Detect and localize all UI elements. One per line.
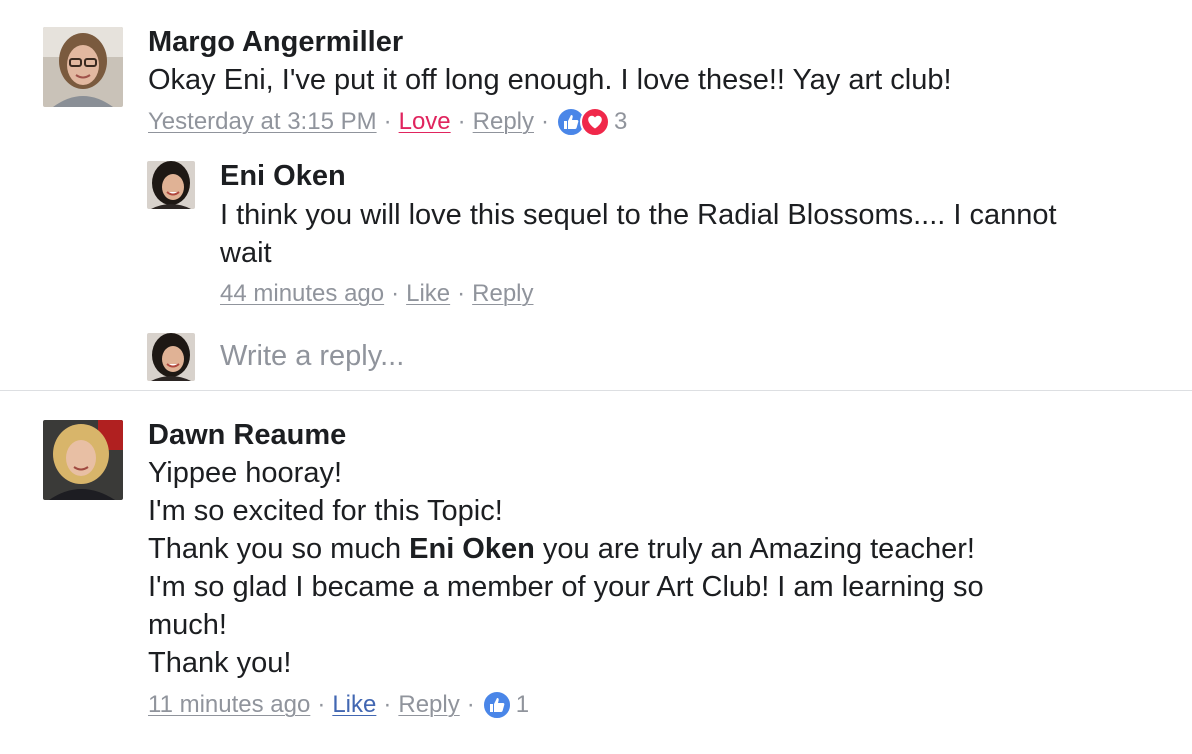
separator: · <box>457 108 466 135</box>
reply-button[interactable]: Reply <box>398 691 459 719</box>
avatar-current-user <box>147 333 195 381</box>
separator: · <box>391 280 400 307</box>
text-segment: Thank you so much <box>148 533 410 565</box>
comment-text-line: Thank you! <box>148 647 292 679</box>
reply-text-line: wait <box>220 237 272 269</box>
love-reaction-button[interactable]: Love <box>399 108 451 136</box>
comment-timestamp[interactable]: Yesterday at 3:15 PM <box>148 108 377 136</box>
avatar-eni[interactable] <box>147 161 195 209</box>
comment-text-line: I'm so glad I became a member of your Ar… <box>148 571 984 603</box>
thumbs-up-icon[interactable] <box>481 690 512 720</box>
reply-meta: 44 minutes ago · Like · Reply <box>220 280 534 308</box>
divider <box>0 390 1192 391</box>
comment-text-line: Thank you so much Eni Oken you are truly… <box>148 530 984 568</box>
reply-text: I think you will love this sequel to the… <box>220 196 1057 272</box>
comment-timestamp[interactable]: 11 minutes ago <box>148 691 310 719</box>
comment-author[interactable]: Margo Angermiller <box>148 26 403 59</box>
like-button[interactable]: Like <box>332 691 376 719</box>
comment-text: Okay Eni, I've put it off long enough. I… <box>148 64 952 96</box>
comment-text-line: I'm so excited for this Topic! <box>148 495 503 527</box>
comment-text-line: Yippee hooray! <box>148 457 343 489</box>
like-button[interactable]: Like <box>406 280 450 308</box>
reply-timestamp[interactable]: 44 minutes ago <box>220 280 384 308</box>
reply-author[interactable]: Eni Oken <box>220 160 346 193</box>
reply-button[interactable]: Reply <box>473 108 534 136</box>
comment-author[interactable]: Dawn Reaume <box>148 419 346 452</box>
user-mention[interactable]: Eni Oken <box>409 533 535 565</box>
reaction-count[interactable]: 3 <box>614 108 627 136</box>
text-segment: you are truly an Amazing teacher! <box>534 533 975 565</box>
comment-text: Yippee hooray! I'm so excited for this T… <box>148 454 984 682</box>
separator: · <box>317 691 326 718</box>
comment-meta: Yesterday at 3:15 PM · Love · Reply · 3 <box>148 107 627 137</box>
reply-button[interactable]: Reply <box>472 280 533 308</box>
separator: · <box>383 108 392 135</box>
comment-text-line: much! <box>148 609 227 641</box>
comment-meta: 11 minutes ago · Like · Reply · 1 <box>148 690 529 720</box>
separator: · <box>457 280 466 307</box>
separator: · <box>466 691 475 718</box>
avatar-dawn[interactable] <box>43 420 123 500</box>
write-reply-input[interactable]: Write a reply... <box>220 340 404 373</box>
reaction-count[interactable]: 1 <box>516 691 529 719</box>
heart-icon[interactable] <box>580 107 610 137</box>
separator: · <box>383 691 392 718</box>
separator: · <box>541 108 549 135</box>
reply-text-line: I think you will love this sequel to the… <box>220 199 1057 231</box>
avatar-margo[interactable] <box>43 27 123 107</box>
